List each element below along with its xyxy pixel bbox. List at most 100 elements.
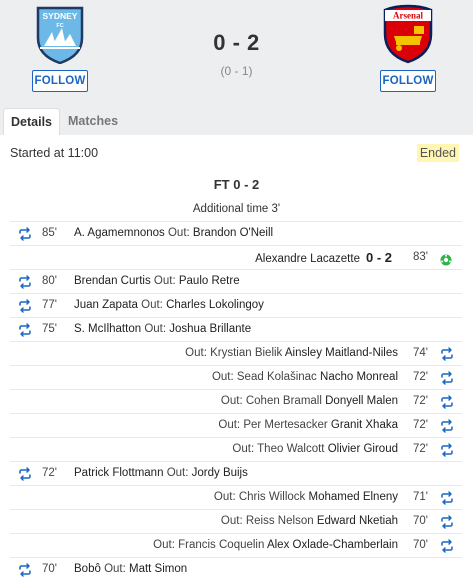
player-in[interactable]: Ainsley Maitland-Niles [285,347,398,359]
out-label: Out: [153,275,176,287]
out-label: Out: [220,515,243,527]
player-out[interactable]: Brandon O'Neill [193,227,273,239]
player-in[interactable]: Granit Xhaka [331,419,398,431]
out-label: Out: [141,299,163,311]
player-out[interactable]: Per Mertesacker [243,419,327,431]
follow-away-button[interactable]: FOLLOW [380,70,436,92]
arsenal-crest-icon: Arsenal [383,4,433,64]
goal-ball-icon [440,252,452,266]
event-row: 85' A. Agamemnonos Out: Brandon O'Neill [10,221,462,245]
event-minute: 74' [413,347,428,359]
substitution-text: Out: Krystian Bielik Ainsley Maitland-Ni… [185,342,398,365]
substitution-icon [440,347,454,361]
player-in[interactable]: Olivier Giroud [328,443,398,455]
start-time: Started at 11:00 [10,146,99,160]
player-out[interactable]: Paulo Retre [179,275,240,287]
player-in[interactable]: Nacho Monreal [320,371,398,383]
player-in[interactable]: Bobô [74,563,101,575]
player-out[interactable]: Theo Walcott [257,443,324,455]
event-minute: 72' [413,419,428,431]
event-minute: 71' [413,491,428,503]
event-minute: 85' [42,227,57,239]
out-label: Out: [218,419,241,431]
player-out[interactable]: Joshua Brillante [169,323,251,335]
substitution-text: S. McIlhatton Out: Joshua Brillante [74,318,251,341]
substitution-icon [440,515,454,529]
event-minute: 80' [42,275,57,287]
player-out[interactable]: Chris Willock [239,491,305,503]
substitution-icon [440,371,454,385]
substitution-text: Out: Francis Coquelin Alex Oxlade-Chambe… [153,534,398,557]
player-in[interactable]: Mohamed Elneny [309,491,399,503]
out-label: Out: [104,563,126,575]
substitution-text: Juan Zapata Out: Charles Lokolingoy [74,294,264,317]
event-row: 75' S. McIlhatton Out: Joshua Brillante [10,317,462,341]
substitution-text: Out: Sead Kolašinac Nacho Monreal [212,366,398,389]
substitution-icon [440,419,454,433]
tab-details[interactable]: Details [3,108,60,135]
player-in[interactable]: A. Agamemnonos [74,227,165,239]
event-minute: 70' [42,563,57,575]
match-header: SYDNEY FC FOLLOW 0 - 2 (0 - 1) Arsenal F… [0,0,473,108]
substitution-icon [440,443,454,457]
substitution-icon [18,563,32,577]
svg-text:Arsenal: Arsenal [393,11,423,21]
player-out[interactable]: Cohen Bramall [246,395,322,407]
scorer-name[interactable]: Alexandre Lacazette [255,253,360,265]
event-row: 72' Out: Cohen Bramall Donyell Malen [10,389,462,413]
tab-matches[interactable]: Matches [61,108,125,135]
out-label: Out: [213,491,236,503]
player-in[interactable]: S. McIlhatton [74,323,141,335]
player-out[interactable]: Charles Lokolingoy [166,299,264,311]
substitution-icon [440,539,454,553]
player-in[interactable]: Patrick Flottmann [74,467,163,479]
away-team[interactable]: Arsenal [378,4,438,64]
out-label: Out: [153,539,175,551]
event-minute: 70' [413,539,428,551]
player-in[interactable]: Alex Oxlade-Chamberlain [267,539,398,551]
substitution-icon [440,395,454,409]
event-row: 72' Out: Per Mertesacker Granit Xhaka [10,413,462,437]
substitution-text: Out: Cohen Bramall Donyell Malen [221,390,398,413]
event-row: Alexandre Lacazette 0 - 2 83' [10,245,462,269]
status-badge: Ended [416,144,459,162]
event-row: 77' Juan Zapata Out: Charles Lokolingoy [10,293,462,317]
final-score-heading: FT 0 - 2 [213,177,260,192]
event-minute: 72' [42,467,57,479]
out-label: Out: [185,347,207,359]
out-label: Out: [211,371,234,383]
event-minute: 75' [42,323,57,335]
player-out[interactable]: Krystian Bielik [210,347,282,359]
event-row: 70' Out: Reiss Nelson Edward Nketiah [10,509,462,533]
substitution-text: Out: Chris Willock Mohamed Elneny [214,486,398,509]
player-out[interactable]: Jordy Buijs [192,467,248,479]
player-in[interactable]: Donyell Malen [325,395,398,407]
player-out[interactable]: Francis Coquelin [178,539,264,551]
substitution-icon [18,299,32,313]
out-label: Out: [232,443,255,455]
substitution-text: Bobô Out: Matt Simon [74,558,187,581]
event-row: 72' Patrick Flottmann Out: Jordy Buijs [10,461,462,485]
substitution-icon [18,467,32,481]
substitution-text: Out: Per Mertesacker Granit Xhaka [218,414,398,437]
player-out[interactable]: Sead Kolašinac [237,371,317,383]
additional-time: Additional time 3' [192,203,281,215]
substitution-text: Out: Theo Walcott Olivier Giroud [232,438,398,461]
event-row: 70' Bobô Out: Matt Simon [10,557,462,581]
event-minute: 77' [42,299,57,311]
player-out[interactable]: Reiss Nelson [246,515,314,527]
substitution-icon [18,227,32,241]
player-out[interactable]: Matt Simon [129,563,187,575]
player-in[interactable]: Edward Nketiah [317,515,398,527]
player-in[interactable]: Brendan Curtis [74,275,151,287]
substitution-icon [18,275,32,289]
goal-text: Alexandre Lacazette 0 - 2 [255,246,398,271]
substitution-text: Brendan Curtis Out: Paulo Retre [74,270,240,293]
event-row: 70' Out: Francis Coquelin Alex Oxlade-Cha… [10,533,462,557]
player-in[interactable]: Juan Zapata [74,299,138,311]
goal-score: 0 - 2 [365,250,392,265]
details-panel: Started at 11:00 Ended FT 0 - 2 Addition… [0,135,473,582]
event-minute: 72' [413,395,428,407]
out-label: Out: [166,467,189,479]
event-row: 80' Brendan Curtis Out: Paulo Retre [10,269,462,293]
